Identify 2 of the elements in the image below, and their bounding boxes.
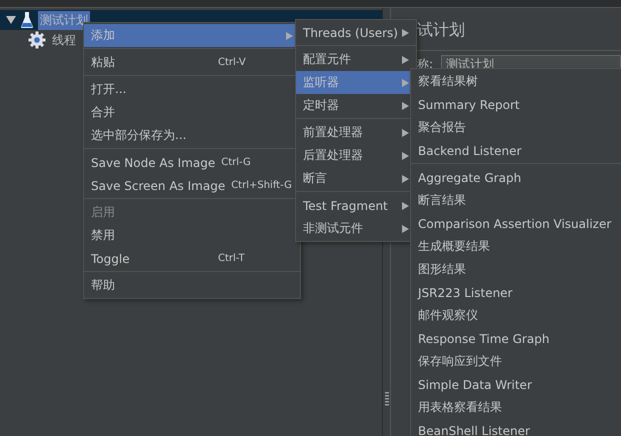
panel-title: 试计划 (417, 20, 466, 41)
tree-label: 线程 (51, 32, 77, 48)
